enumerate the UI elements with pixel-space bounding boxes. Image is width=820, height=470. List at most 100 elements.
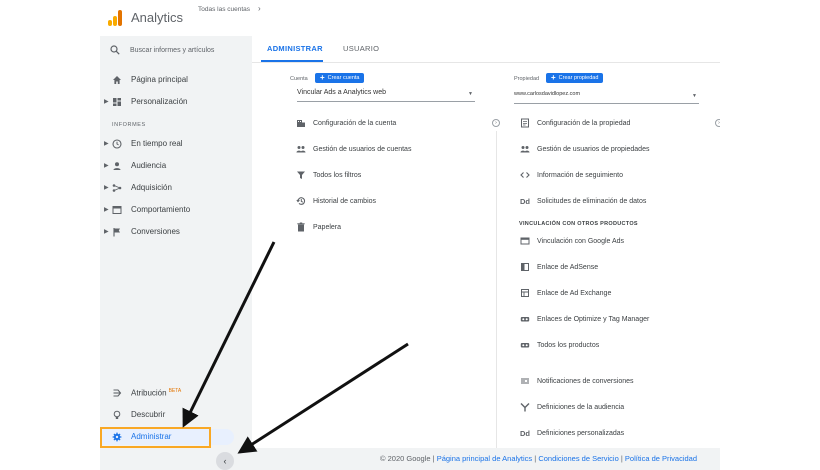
browser-window-icon	[112, 206, 122, 214]
create-property-button[interactable]: + Crear propiedad	[546, 73, 604, 83]
beta-badge: BETA	[168, 388, 182, 394]
sidebar: Buscar informes y artículos Página princ…	[100, 36, 252, 470]
attribution-icon	[113, 389, 122, 397]
property-label: Propiedad	[514, 76, 540, 82]
caret-down-icon: ▼	[692, 93, 697, 99]
search-bar[interactable]: Buscar informes y artículos	[110, 45, 214, 55]
caret-right-icon: ▶	[104, 99, 109, 105]
notification-icon	[521, 378, 529, 384]
dd-icon: Dd	[520, 197, 530, 206]
ads-link-icon	[520, 237, 530, 245]
linked-products-icon	[520, 317, 530, 322]
property-tracking-item[interactable]: Información de seguimiento	[520, 169, 623, 181]
item-label: Definiciones de la audiencia	[537, 403, 625, 411]
person-icon	[113, 162, 121, 170]
sidebar-item-discover[interactable]: Descubrir	[100, 407, 252, 423]
admin-main: ADMINISTRAR USUARIO Cuenta + Crear cuenta…	[252, 36, 720, 470]
item-label: Todos los productos	[537, 341, 600, 349]
sidebar-item-behavior[interactable]: ▶ Comportamiento	[100, 202, 252, 218]
item-label: Papelera	[313, 223, 342, 231]
svg-text:Dd: Dd	[520, 197, 530, 206]
app-title: Analytics	[131, 10, 184, 25]
item-label: Enlaces de Optimize y Tag Manager	[537, 315, 650, 323]
sidebar-item-conversions[interactable]: ▶ Conversiones	[100, 224, 252, 240]
account-history-item[interactable]: Historial de cambios	[296, 195, 376, 207]
collapse-sidebar-button[interactable]: ‹	[216, 452, 234, 470]
caret-right-icon: ▶	[104, 229, 109, 235]
terms-link[interactable]: Condiciones de Servicio	[538, 454, 618, 463]
caret-right-icon: ▶	[104, 185, 109, 191]
account-label: Cuenta	[290, 76, 308, 82]
tab-admin[interactable]: ADMINISTRAR	[267, 44, 323, 53]
analytics-home-link[interactable]: Página principal de Analytics	[437, 454, 532, 463]
item-label: Solicitudes de eliminación de datos	[537, 197, 647, 205]
plus-icon: +	[320, 73, 325, 82]
caret-right-icon: ▶	[104, 207, 109, 213]
sidebar-item-realtime[interactable]: ▶ En tiempo real	[100, 136, 252, 152]
sidebar-item-label: Audiencia	[131, 161, 167, 170]
property-settings-item[interactable]: Configuración de la propiedad	[520, 117, 630, 129]
property-column-toggle[interactable]: ›	[715, 119, 720, 127]
create-account-button[interactable]: + Crear cuenta	[315, 73, 365, 83]
account-settings-item[interactable]: Configuración de la cuenta	[296, 117, 396, 129]
chevron-left-icon: ‹	[223, 456, 227, 466]
google-ads-link-item[interactable]: Vinculación con Google Ads	[520, 235, 624, 247]
funnel-split-icon	[520, 403, 530, 412]
item-label: Notificaciones de conversiones	[537, 377, 634, 385]
sidebar-item-label: Página principal	[131, 75, 188, 84]
sidebar-item-label: En tiempo real	[131, 139, 183, 148]
custom-definitions-item[interactable]: Dd Definiciones personalizadas	[520, 427, 624, 439]
button-label: Crear propiedad	[558, 75, 599, 81]
item-label: Configuración de la cuenta	[313, 119, 397, 127]
dd-icon: Dd	[520, 429, 530, 438]
sidebar-item-audience[interactable]: ▶ Audiencia	[100, 158, 252, 174]
sidebar-item-label: Atribución BETA	[131, 388, 182, 398]
optimize-tagmanager-link-item[interactable]: Enlaces de Optimize y Tag Manager	[520, 313, 649, 325]
item-label: Enlace de AdSense	[537, 263, 599, 271]
all-products-item[interactable]: Todos los productos	[520, 339, 599, 351]
audience-definitions-item[interactable]: Definiciones de la audiencia	[520, 401, 624, 413]
chevron-right-icon: ›	[495, 120, 497, 126]
property-users-item[interactable]: Gestión de usuarios de propiedades	[520, 143, 649, 155]
copyright: © 2020 Google	[380, 454, 431, 463]
sidebar-item-customization[interactable]: ▶ Personalización	[100, 94, 252, 110]
item-label: Configuración de la propiedad	[537, 119, 631, 127]
ad-exchange-icon	[521, 289, 529, 297]
column-divider	[496, 131, 497, 470]
section-label-reports: INFORMES	[112, 122, 146, 128]
item-label: Historial de cambios	[313, 197, 377, 205]
tab-bar: ADMINISTRAR USUARIO	[252, 36, 720, 63]
people-icon	[296, 146, 306, 153]
ad-exchange-link-item[interactable]: Enlace de Ad Exchange	[520, 287, 611, 299]
account-trash-item[interactable]: Papelera	[296, 221, 341, 233]
adsense-icon	[521, 263, 529, 271]
highlight-box	[100, 427, 211, 448]
lightbulb-icon	[113, 410, 121, 419]
analytics-logo-icon[interactable]	[108, 10, 124, 26]
sidebar-item-label: Comportamiento	[131, 205, 191, 214]
top-bar: Analytics Todas las cuentas ›	[100, 0, 720, 37]
conversion-notifications-item[interactable]: Notificaciones de conversiones	[520, 375, 634, 387]
sidebar-item-label: Personalización	[131, 97, 188, 106]
account-select[interactable]: Vincular Ads a Analytics web ▼	[297, 89, 475, 102]
linked-products-icon	[520, 343, 530, 348]
property-deletion-item[interactable]: Dd Solicitudes de eliminación de datos	[520, 195, 646, 207]
adsense-link-item[interactable]: Enlace de AdSense	[520, 261, 598, 273]
history-icon	[296, 197, 306, 205]
caret-right-icon: ▶	[104, 141, 109, 147]
breadcrumb[interactable]: Todas las cuentas	[198, 6, 250, 13]
tab-user[interactable]: USUARIO	[343, 44, 379, 53]
property-select[interactable]: www.carlosdavidlopez.com ▼	[514, 91, 699, 104]
privacy-link[interactable]: Política de Privacidad	[625, 454, 697, 463]
account-users-item[interactable]: Gestión de usuarios de cuentas	[296, 143, 411, 155]
sidebar-item-acquisition[interactable]: ▶ Adquisición	[100, 180, 252, 196]
search-input[interactable]: Buscar informes y artículos	[130, 47, 214, 54]
dashboard-icon	[113, 98, 121, 106]
item-label: Gestión de usuarios de cuentas	[313, 145, 412, 153]
sidebar-item-label: Adquisición	[131, 183, 172, 192]
sidebar-item-attribution[interactable]: Atribución BETA	[100, 385, 252, 401]
account-column-toggle[interactable]: ›	[492, 119, 500, 127]
item-label: Definiciones personalizadas	[537, 429, 625, 437]
account-filters-item[interactable]: Todos los filtros	[296, 169, 361, 181]
sidebar-item-home[interactable]: Página principal	[100, 72, 252, 88]
